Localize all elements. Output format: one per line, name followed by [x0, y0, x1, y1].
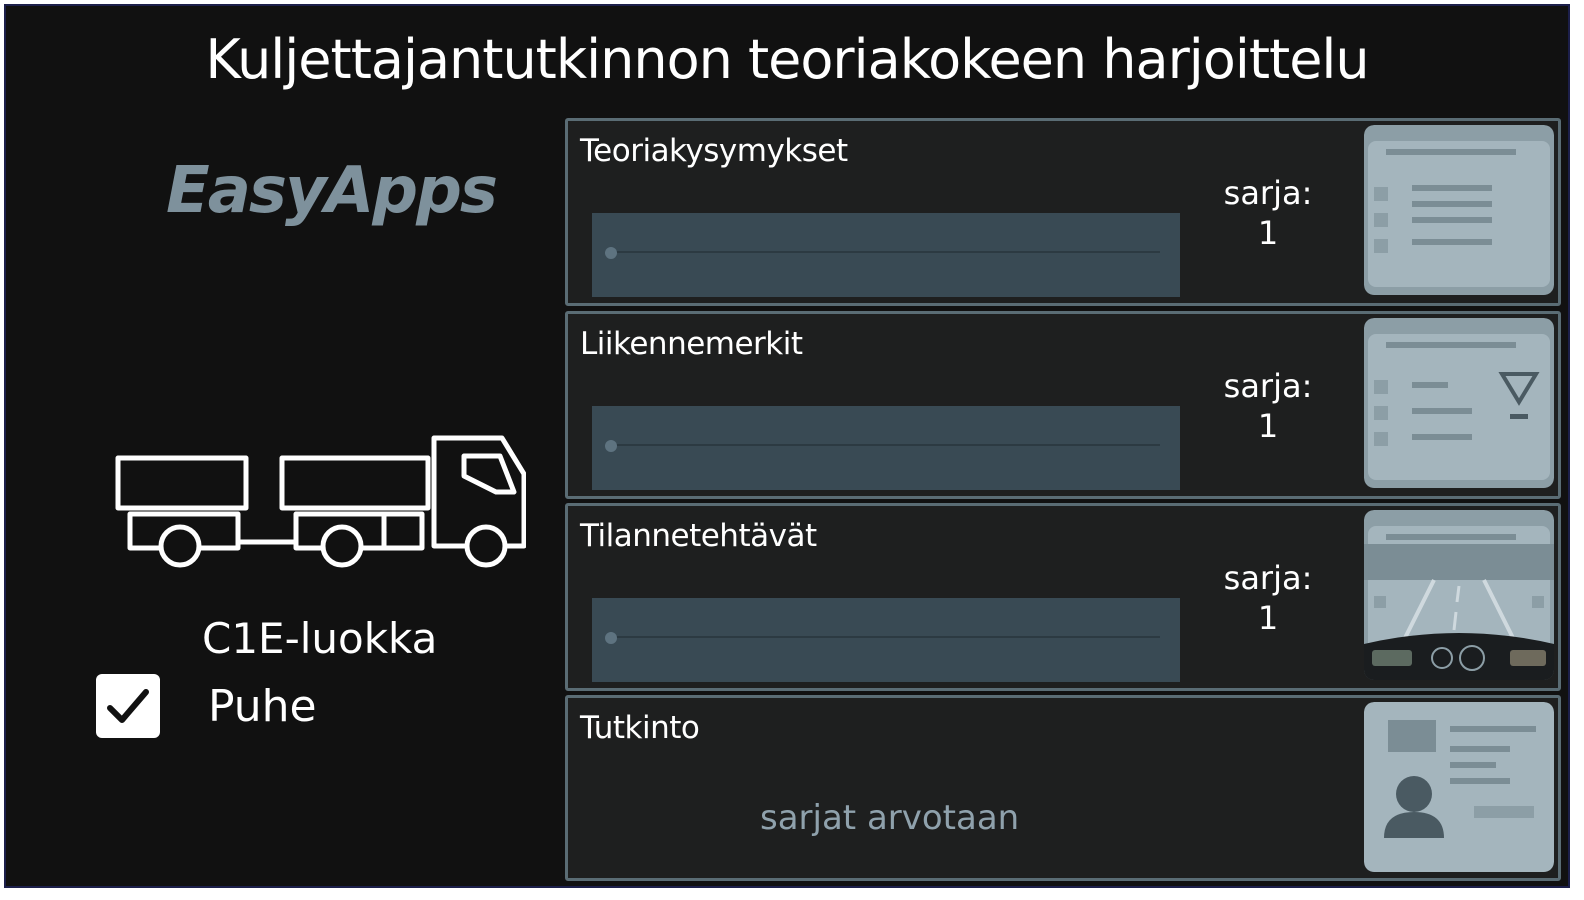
progress-bar: [592, 406, 1180, 490]
series-value: 1: [1257, 214, 1279, 252]
module-traffic-signs[interactable]: Liikennemerkit sarja: 1: [565, 311, 1561, 499]
series-value: 1: [1257, 599, 1279, 637]
license-class-label: C1E-luokka: [202, 614, 438, 663]
brand-logo: EasyApps: [166, 154, 498, 228]
module-situation-tasks[interactable]: Tilannetehtävät sarja: 1: [565, 503, 1561, 691]
app-window: Kuljettajantutkinnon teoriakokeen harjoi…: [4, 4, 1570, 888]
speech-toggle[interactable]: Puhe: [96, 674, 317, 738]
traffic-sign-card-icon: [1364, 318, 1554, 488]
module-title: Teoriakysymykset: [580, 133, 848, 169]
series-label: sarja:: [1223, 367, 1313, 405]
exam-subtitle: sarjat arvotaan: [760, 798, 1020, 838]
series-info: sarja: 1: [1208, 558, 1328, 638]
module-title: Tilannetehtävät: [580, 518, 817, 554]
module-theory-questions[interactable]: Teoriakysymykset sarja: 1: [565, 118, 1561, 306]
progress-indicator: [605, 440, 617, 452]
progress-indicator: [605, 247, 617, 259]
module-exam[interactable]: Tutkinto sarjat arvotaan: [565, 695, 1561, 881]
module-title: Tutkinto: [580, 710, 700, 746]
truck-trailer-icon: [106, 434, 527, 579]
checkmark-icon: [107, 689, 149, 723]
driving-view-icon: [1364, 510, 1554, 680]
series-info: sarja: 1: [1208, 173, 1328, 253]
progress-bar: [592, 213, 1180, 297]
progress-bar: [592, 598, 1180, 682]
id-card-icon: [1364, 702, 1554, 872]
sidebar: EasyApps C1E-luokka Puhe: [6, 116, 556, 886]
series-label: sarja:: [1223, 174, 1313, 212]
question-card-icon: [1364, 125, 1554, 295]
series-info: sarja: 1: [1208, 366, 1328, 446]
speech-checkbox[interactable]: [96, 674, 160, 738]
speech-label: Puhe: [208, 680, 317, 732]
series-label: sarja:: [1223, 559, 1313, 597]
progress-indicator: [605, 632, 617, 644]
page-title: Kuljettajantutkinnon teoriakokeen harjoi…: [205, 28, 1369, 91]
series-value: 1: [1257, 407, 1279, 445]
module-title: Liikennemerkit: [580, 326, 803, 362]
